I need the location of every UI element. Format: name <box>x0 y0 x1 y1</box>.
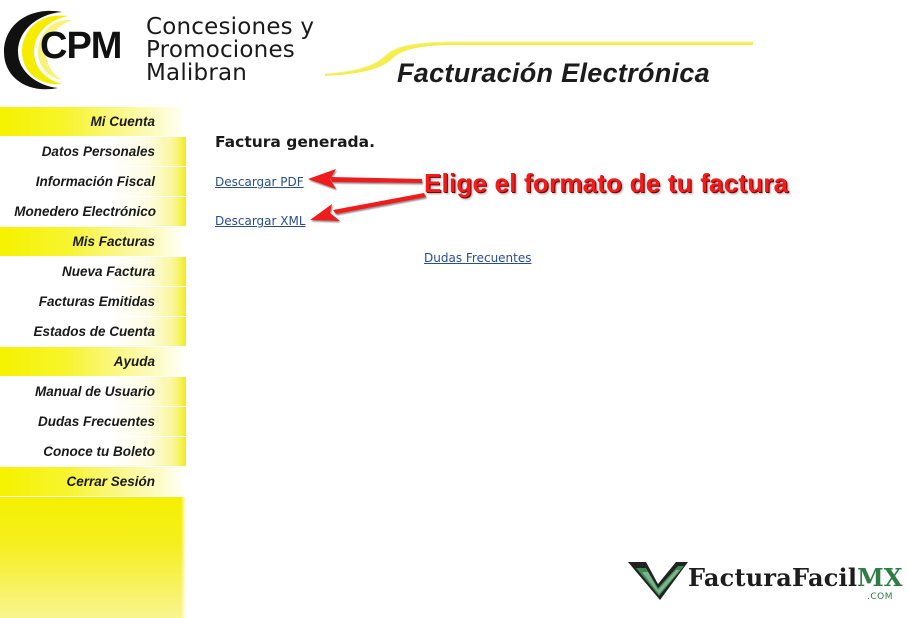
sidebar-item-datos-personales[interactable]: Datos Personales <box>0 137 186 167</box>
sidebar-item-estados-de-cuenta[interactable]: Estados de Cuenta <box>0 317 186 347</box>
watermark-domain: .COM <box>867 592 893 602</box>
download-xml-link[interactable]: Descargar XML <box>215 214 306 228</box>
check-mark-icon <box>628 562 688 600</box>
sidebar-item-manual-de-usuario[interactable]: Manual de Usuario <box>0 377 186 407</box>
page-title: Factura generada. <box>215 133 375 151</box>
sidebar-item-monedero-electronico[interactable]: Monedero Electrónico <box>0 197 186 227</box>
brand-line-1: Concesiones y <box>146 14 315 40</box>
sidebar-item-cerrar-sesion[interactable]: Cerrar Sesión <box>0 467 186 497</box>
download-pdf-link[interactable]: Descargar PDF <box>215 175 304 189</box>
sidebar-section-ayuda: Ayuda <box>0 347 186 377</box>
watermark-brand-main: FacturaFacil <box>688 563 858 592</box>
sidebar-item-nueva-factura[interactable]: Nueva Factura <box>0 257 186 287</box>
sidebar-item-conoce-tu-boleto[interactable]: Conoce tu Boleto <box>0 437 186 467</box>
company-logo: CPM Concesiones y Promociones Malibran <box>0 0 330 100</box>
svg-text:CPM: CPM <box>40 25 121 67</box>
sidebar-section-mi-cuenta: Mi Cuenta <box>0 107 186 137</box>
annotation-arrows <box>308 169 426 221</box>
watermark-brand-suffix: MX <box>857 563 903 592</box>
sidebar-item-facturas-emitidas[interactable]: Facturas Emitidas <box>0 287 186 317</box>
annotation-callout-text: Elige el formato de tu factura <box>424 168 789 198</box>
brand-line-3: Malibran <box>146 60 248 86</box>
sidebar-item-informacion-fiscal[interactable]: Información Fiscal <box>0 167 186 197</box>
sidebar-item-dudas-frecuentes[interactable]: Dudas Frecuentes <box>0 407 186 437</box>
faq-link[interactable]: Dudas Frecuentes <box>424 251 532 265</box>
watermark-brand: FacturaFacilMX <box>688 563 903 592</box>
page-header-title: Facturación Electrónica <box>397 58 710 88</box>
sidebar-fill-decoration <box>0 497 186 618</box>
arrow-to-pdf-icon <box>308 169 422 189</box>
sidebar-section-mis-facturas: Mis Facturas <box>0 227 186 257</box>
cpm-crescent-logo-icon: CPM <box>4 10 122 90</box>
arrow-to-xml-icon <box>310 193 426 221</box>
sidebar-nav: Mi Cuenta Datos Personales Información F… <box>0 107 186 618</box>
brand-line-2: Promociones <box>146 37 295 63</box>
